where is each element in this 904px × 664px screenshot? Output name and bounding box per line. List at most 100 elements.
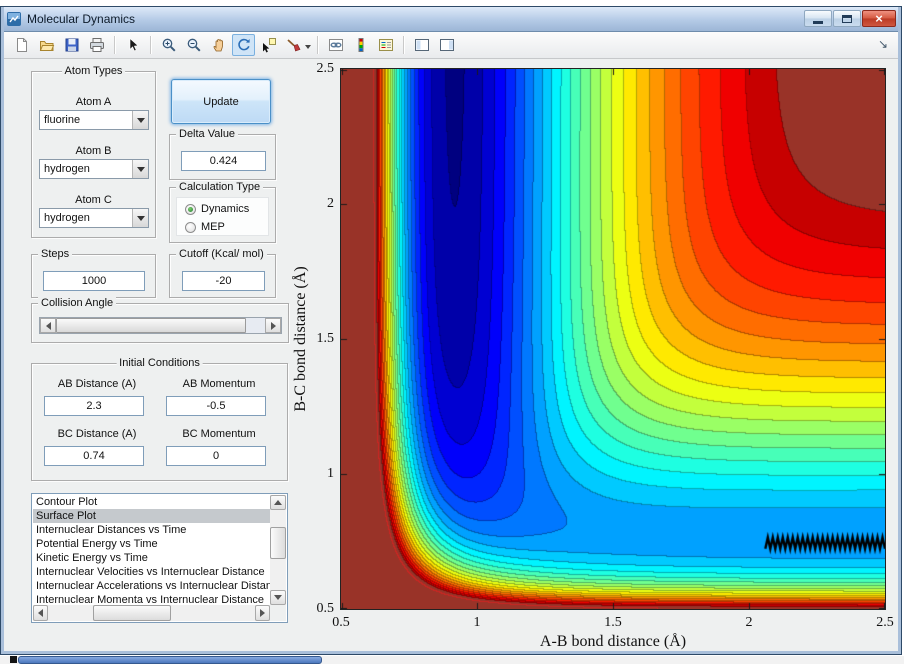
y-tick-label: 1.5 — [316, 331, 335, 346]
print-icon — [89, 38, 104, 52]
radio-mep[interactable]: MEP — [185, 221, 225, 233]
cutoff-panel: Cutoff (Kcal/ mol) -20 — [169, 248, 276, 298]
data-cursor-icon — [262, 38, 276, 53]
list-item-selected[interactable]: Surface Plot — [33, 509, 270, 523]
insert-colorbar-button[interactable] — [349, 34, 372, 56]
zoom-in-button[interactable] — [157, 34, 180, 56]
radio-dynamics[interactable]: Dynamics — [185, 203, 249, 215]
delta-value-field[interactable]: 0.424 — [181, 151, 266, 171]
colorbar-icon — [358, 38, 363, 52]
chevron-down-icon — [136, 215, 145, 221]
list-item[interactable]: Internuclear Velocities vs Internuclear … — [33, 565, 270, 579]
open-folder-icon — [39, 41, 54, 51]
ab-distance-field[interactable]: 2.3 — [44, 396, 144, 416]
scroll-up-button[interactable] — [270, 495, 286, 510]
list-item[interactable]: Internuclear Distances vs Time — [33, 523, 270, 537]
list-item[interactable]: Kinetic Energy vs Time — [33, 551, 270, 565]
dock-figure-icon[interactable]: ↘ — [878, 37, 888, 51]
print-button[interactable] — [85, 34, 108, 56]
titlebar[interactable]: Molecular Dynamics × — [1, 7, 901, 32]
plot-type-listbox[interactable]: Contour Plot Surface Plot Internuclear D… — [31, 493, 288, 623]
y-tick-label: 0.5 — [316, 601, 335, 616]
x-tick-label: 0.5 — [332, 615, 350, 630]
cutoff-field[interactable]: -20 — [182, 271, 265, 291]
app-icon — [6, 11, 22, 27]
atom-b-dropdown[interactable]: hydrogen — [39, 159, 149, 179]
link-plot-icon — [328, 39, 343, 51]
brush-button[interactable] — [282, 34, 305, 56]
steps-panel: Steps 1000 — [31, 248, 156, 298]
ab-distance-label: AB Distance (A) — [57, 378, 137, 390]
link-plot-button[interactable] — [324, 34, 347, 56]
list-item[interactable]: Internuclear Momenta vs Internuclear Dis… — [33, 593, 270, 605]
horizontal-scroll-thumb[interactable] — [93, 605, 171, 621]
hide-plot-tools-button[interactable] — [410, 34, 433, 56]
slider-thumb[interactable] — [56, 318, 246, 333]
collision-angle-panel: Collision Angle — [31, 297, 289, 343]
close-button[interactable]: × — [862, 10, 896, 27]
x-tick-label: 1.5 — [604, 615, 622, 630]
radio-mep-label: MEP — [201, 221, 225, 233]
listbox-vertical-scrollbar[interactable] — [270, 495, 286, 605]
arrow-right-icon — [270, 321, 276, 330]
radio-dynamics-label: Dynamics — [201, 203, 250, 215]
open-file-button[interactable] — [35, 34, 58, 56]
maximize-icon — [842, 14, 852, 23]
data-cursor-button[interactable] — [257, 34, 280, 56]
insert-legend-button[interactable] — [374, 34, 397, 56]
y-tick-label: 2 — [327, 196, 334, 211]
figure-window: Molecular Dynamics × ↘ Atom Types Atom A… — [0, 6, 902, 655]
calculation-type-panel: Calculation Type Dynamics MEP — [169, 181, 276, 243]
dropdown-button[interactable] — [132, 111, 148, 129]
collision-angle-slider[interactable] — [39, 317, 282, 334]
update-button-label: Update — [203, 95, 239, 108]
bc-momentum-field[interactable]: 0 — [166, 446, 266, 466]
arrow-down-icon — [274, 595, 282, 600]
dropdown-button[interactable] — [132, 160, 148, 178]
list-item[interactable]: Potential Energy vs Time — [33, 537, 270, 551]
update-button[interactable]: Update — [171, 79, 271, 124]
collision-angle-title: Collision Angle — [38, 297, 117, 310]
brush-dropdown-icon[interactable] — [305, 44, 311, 52]
dropdown-button[interactable] — [132, 209, 148, 227]
delta-value: 0.424 — [209, 155, 238, 167]
zoom-out-button[interactable] — [182, 34, 205, 56]
edit-plot-button[interactable] — [121, 34, 144, 56]
scroll-left-button[interactable] — [33, 605, 48, 621]
y-tick-label: 2.5 — [316, 61, 335, 76]
list-item[interactable]: Contour Plot — [33, 495, 270, 509]
save-button[interactable] — [60, 34, 83, 56]
scroll-down-button[interactable] — [270, 590, 286, 605]
initial-conditions-panel: Initial Conditions AB Distance (A) AB Mo… — [31, 357, 288, 481]
bc-distance-field[interactable]: 0.74 — [44, 446, 144, 466]
vertical-scroll-thumb[interactable] — [270, 527, 286, 559]
atom-c-dropdown[interactable]: hydrogen — [39, 208, 149, 228]
maximize-button[interactable] — [833, 10, 861, 27]
contour-plot-canvas[interactable] — [340, 68, 886, 610]
minimize-button[interactable] — [804, 10, 832, 27]
arrow-left-icon — [45, 321, 51, 330]
x-tick-label: 1 — [473, 615, 481, 630]
chevron-down-icon — [136, 166, 145, 172]
pan-hand-icon — [213, 39, 223, 52]
new-file-button[interactable] — [10, 34, 33, 56]
rotate-3d-button[interactable] — [232, 34, 255, 56]
calculation-type-title: Calculation Type — [176, 181, 264, 194]
listbox-horizontal-scrollbar[interactable] — [33, 605, 270, 621]
figure-toolbar: ↘ — [4, 32, 898, 59]
atom-a-dropdown[interactable]: fluorine — [39, 110, 149, 130]
show-plot-tools-button[interactable] — [435, 34, 458, 56]
list-item[interactable]: Internuclear Accelerations vs Internucle… — [33, 579, 270, 593]
new-file-icon — [16, 38, 27, 52]
slider-left-button[interactable] — [40, 318, 56, 333]
atom-types-title: Atom Types — [61, 65, 126, 78]
steps-field[interactable]: 1000 — [43, 271, 145, 291]
rotate-3d-icon — [237, 38, 250, 51]
arrow-left-icon — [38, 609, 43, 617]
pan-button[interactable] — [207, 34, 230, 56]
pes-plot-axes: A-B bond distance (Å) B-C bond distance … — [292, 61, 894, 650]
ab-momentum-field[interactable]: -0.5 — [166, 396, 266, 416]
slider-track[interactable] — [246, 318, 265, 333]
slider-right-button[interactable] — [265, 318, 281, 333]
scroll-right-button[interactable] — [255, 605, 270, 621]
